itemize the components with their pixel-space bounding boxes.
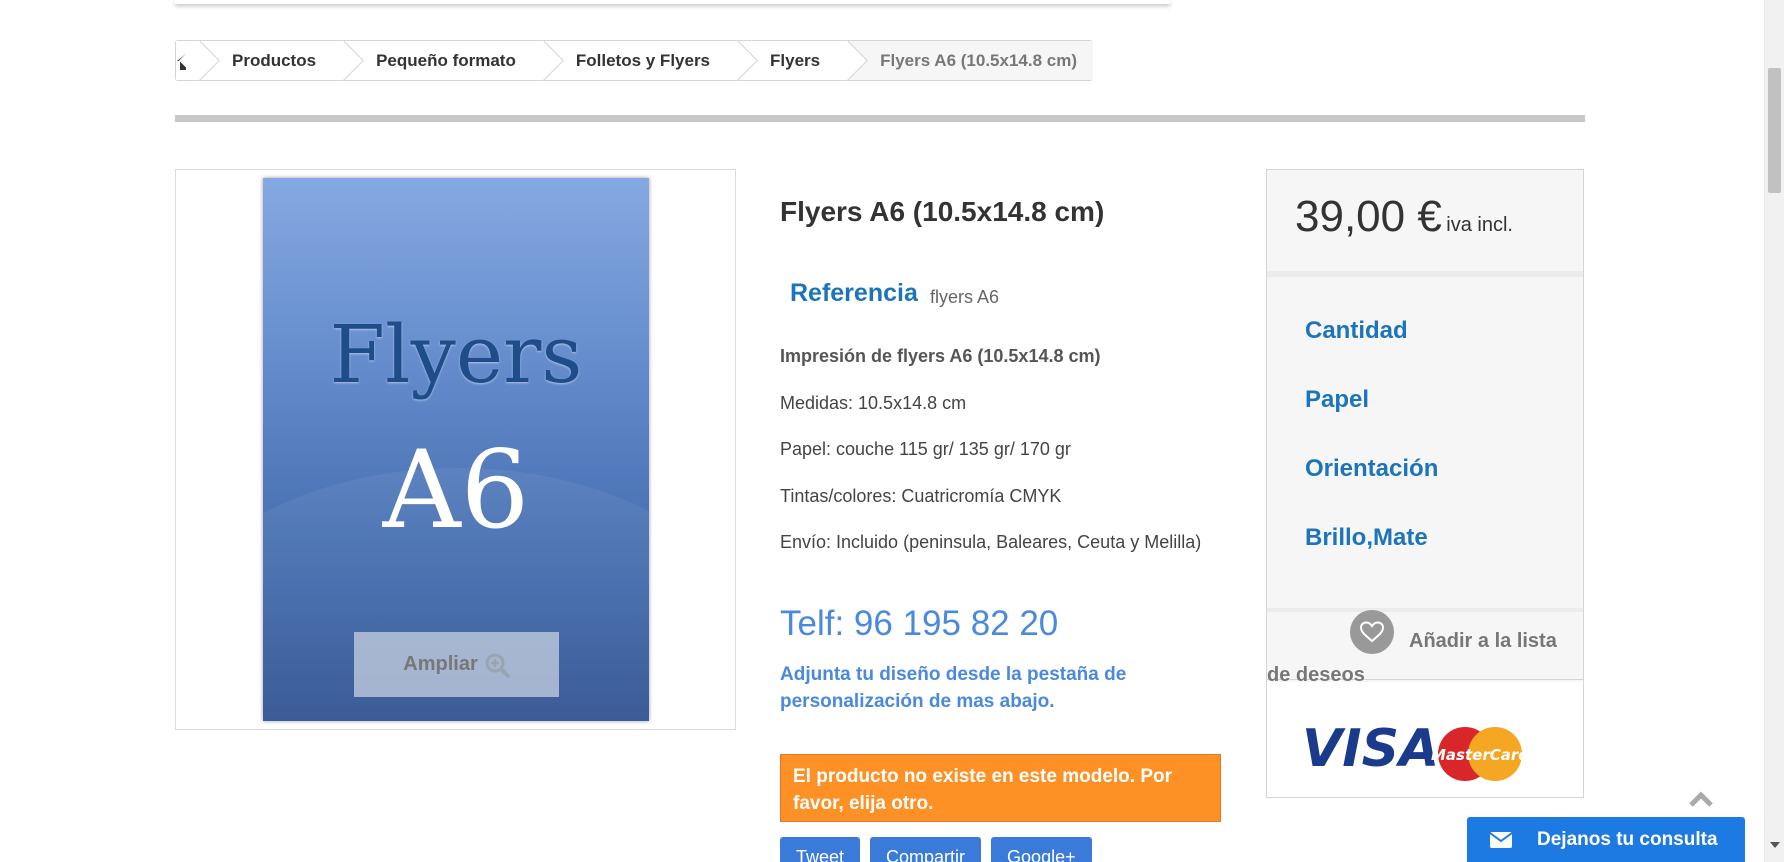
magnifier-plus-icon <box>485 653 510 678</box>
description-line: Envío: Incluido (peninsula, Baleares, Ce… <box>780 532 1202 552</box>
phone-number: Telf: 96 195 82 20 <box>780 604 1059 643</box>
price-area: 39,00 € iva incl. <box>1267 170 1583 277</box>
product-title: Flyers A6 (10.5x14.8 cm) <box>780 196 1105 227</box>
social-share: Tweet Compartir Google+ <box>780 837 1092 862</box>
breadcrumb-item-pequeno-formato[interactable]: Pequeño formato <box>344 41 544 80</box>
wishlist-button[interactable]: Añadir a la lista de deseos <box>1267 608 1583 686</box>
attribute-papel: Papel <box>1305 386 1370 413</box>
zoom-button[interactable]: Ampliar <box>354 632 559 697</box>
product-image[interactable]: Flyers A6 Ampliar <box>263 178 649 721</box>
description-line: Impresión de flyers A6 (10.5x14.8 cm) <box>780 346 1101 366</box>
chevron-up-icon <box>1689 791 1713 807</box>
product-image-box: Flyers A6 Ampliar <box>175 169 736 730</box>
section-divider <box>175 115 1585 122</box>
image-text-line1: Flyers <box>329 308 583 401</box>
reference-value: flyers A6 <box>930 287 1000 307</box>
tweet-button[interactable]: Tweet <box>780 837 861 862</box>
zoom-label: Ampliar <box>403 653 478 675</box>
top-menu-shadow <box>175 0 1170 4</box>
description-line: Papel: couche 115 gr/ 135 gr/ 170 gr <box>780 439 1071 459</box>
scroll-to-top-button[interactable] <box>1688 790 1714 813</box>
attribute-orientacion: Orientación <box>1305 455 1439 482</box>
breadcrumb-current: Flyers A6 (10.5x14.8 cm) <box>848 41 1094 80</box>
price: 39,00 € <box>1295 192 1442 241</box>
buy-box: 39,00 € iva incl. Cantidad Papel Orienta… <box>1266 169 1584 798</box>
scroll-down-arrow-icon[interactable] <box>1770 842 1780 848</box>
tax-note: iva incl. <box>1446 214 1513 236</box>
chat-label: Dejanos tu consulta <box>1537 828 1718 850</box>
attribute-acabado: Brillo,Mate <box>1305 524 1428 551</box>
payment-logos: VISA MasterCard <box>1267 682 1583 797</box>
envelope-icon <box>1489 831 1513 849</box>
breadcrumb-item-folletos-flyers[interactable]: Folletos y Flyers <box>543 41 739 80</box>
product-description: Impresión de flyers A6 (10.5x14.8 cm) Me… <box>780 343 1210 576</box>
scrollbar-thumb[interactable] <box>1768 68 1781 193</box>
reference-label: Referencia <box>790 279 918 307</box>
facebook-share-button[interactable]: Compartir <box>870 837 982 862</box>
description-line: Medidas: 10.5x14.8 cm <box>780 392 967 413</box>
chat-widget-button[interactable]: Dejanos tu consulta <box>1467 817 1745 862</box>
mastercard-logo: MasterCard <box>1431 727 1529 781</box>
breadcrumb-item-productos[interactable]: Productos <box>200 41 345 80</box>
description-line: Tintas/colores: Cuatricromía CMYK <box>780 485 1062 506</box>
visa-logo: VISA <box>1302 719 1439 779</box>
home-icon <box>177 51 199 70</box>
attach-design-note: Adjunta tu diseño desde la pestaña de pe… <box>780 664 1127 712</box>
attribute-cantidad: Cantidad <box>1305 317 1408 344</box>
svg-text:MasterCard: MasterCard <box>1431 746 1529 764</box>
breadcrumb-home[interactable] <box>176 41 200 80</box>
image-text-line2: A6 <box>382 428 530 553</box>
attribute-list: Cantidad Papel Orientación Brillo,Mate <box>1267 277 1583 593</box>
breadcrumb: Productos Pequeño formato Folletos y Fly… <box>175 40 1094 81</box>
google-plus-button[interactable]: Google+ <box>991 837 1092 862</box>
page-scrollbar[interactable] <box>1764 0 1784 862</box>
availability-warning: El producto no existe en este modelo. Po… <box>780 754 1221 822</box>
